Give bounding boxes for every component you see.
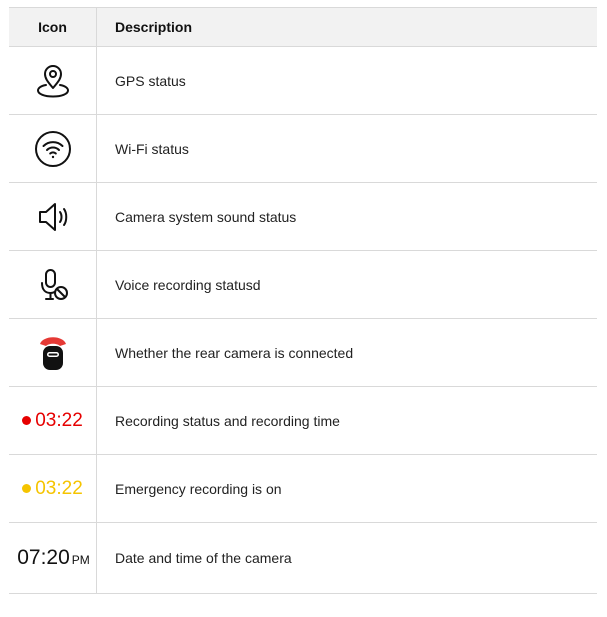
recording-time: 03:22 (35, 409, 83, 431)
emergency-time: 03:22 (35, 477, 83, 499)
header-description-column: Description (115, 19, 193, 35)
icon-cell (9, 47, 97, 114)
speaker-sound-icon (38, 202, 67, 231)
table-row: Voice recording statusd (9, 251, 597, 319)
emergency-indicator: 03:22 (22, 478, 83, 500)
row-description: Recording status and recording time (115, 412, 340, 429)
icon-cell (9, 115, 97, 182)
recording-dot-icon (22, 416, 32, 425)
table-row: GPS status (9, 47, 597, 115)
table-row: 03:22 Recording status and recording tim… (9, 387, 597, 455)
microphone-off-icon (40, 268, 68, 300)
header-icon-column: Icon (9, 8, 97, 46)
row-description: Whether the rear camera is connected (115, 344, 354, 361)
clock-ampm: PM (71, 553, 90, 567)
camera-clock: 07:20 PM (17, 546, 90, 570)
row-description: Wi-Fi status (115, 140, 189, 157)
icon-cell: 07:20 PM (9, 523, 97, 593)
icon-cell (9, 183, 97, 250)
table-row: Whether the rear camera is connected (9, 319, 597, 387)
row-description: Voice recording statusd (115, 276, 261, 293)
rear-camera-icon (39, 336, 66, 370)
icon-cell (9, 251, 97, 318)
table-header-row: Icon Description (9, 8, 597, 47)
emergency-dot-icon (22, 484, 32, 493)
icon-cell: 03:22 (9, 455, 97, 522)
table-row: 03:22 Emergency recording is on (9, 455, 597, 523)
row-description: Emergency recording is on (115, 480, 282, 497)
icon-description-table: Icon Description GPS status Wi-Fi status (9, 7, 597, 594)
wifi-icon (34, 130, 71, 167)
recording-indicator: 03:22 (22, 410, 83, 432)
icon-cell: 03:22 (9, 387, 97, 454)
clock-time: 07:20 (17, 546, 70, 569)
gps-location-pin-icon (36, 64, 69, 97)
row-description: Date and time of the camera (115, 550, 292, 566)
table-row: Camera system sound status (9, 183, 597, 251)
table-row: 07:20 PM Date and time of the camera (9, 523, 597, 594)
row-description: GPS status (115, 72, 186, 89)
row-description: Camera system sound status (115, 208, 297, 225)
icon-cell (9, 319, 97, 386)
table-row: Wi-Fi status (9, 115, 597, 183)
